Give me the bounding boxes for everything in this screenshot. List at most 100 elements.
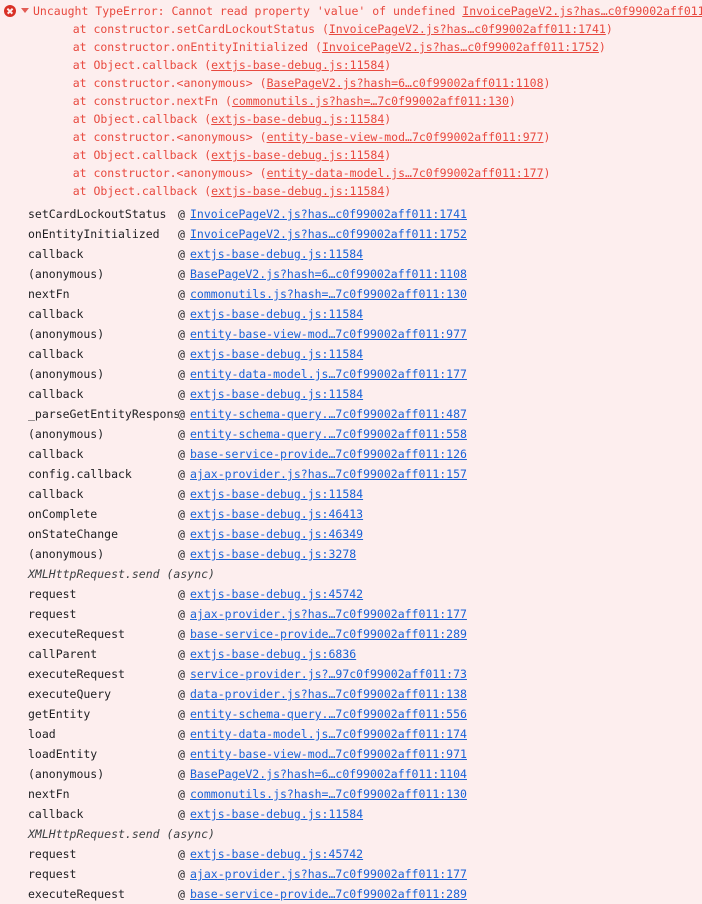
stack-frame-function: load bbox=[28, 727, 56, 741]
stack-frame-source-link[interactable]: entity-base-view-mod…7c0f99002aff011:977 bbox=[190, 324, 467, 344]
at-symbol: @ bbox=[178, 267, 185, 281]
error-stack-line-link[interactable]: extjs-base-debug.js:11584 bbox=[211, 112, 384, 126]
error-stack-line-prefix: at Object.callback ( bbox=[45, 184, 212, 198]
stack-frame-source-link[interactable]: entity-data-model.js…7c0f99002aff011:174 bbox=[190, 724, 467, 744]
error-stack-line-suffix: ) bbox=[598, 40, 606, 54]
stack-frame-function: (anonymous) bbox=[28, 427, 105, 441]
stack-frame-source-link[interactable]: data-provider.js?has…7c0f99002aff011:138 bbox=[190, 684, 467, 704]
at-symbol: @ bbox=[178, 867, 185, 881]
at-symbol: @ bbox=[178, 607, 185, 621]
at-symbol: @ bbox=[178, 327, 185, 341]
stack-frame-row: (anonymous) @ extjs-base-debug.js:3278 bbox=[0, 544, 702, 564]
at-symbol: @ bbox=[178, 807, 185, 821]
at-symbol: @ bbox=[178, 407, 185, 421]
error-stack-line-prefix: at Object.callback ( bbox=[45, 112, 212, 126]
at-symbol: @ bbox=[178, 227, 185, 241]
error-header-row[interactable]: Uncaught TypeError: Cannot read property… bbox=[0, 0, 702, 20]
stack-frame-source-link[interactable]: entity-base-view-mod…7c0f99002aff011:971 bbox=[190, 744, 467, 764]
stack-frame-source-link[interactable]: BasePageV2.js?hash=6…c0f99002aff011:1108 bbox=[190, 264, 467, 284]
stack-frame-source-link[interactable]: entity-schema-query.…7c0f99002aff011:558 bbox=[190, 424, 467, 444]
stack-frame-function: setCardLockoutStatus bbox=[28, 207, 167, 221]
stack-frame-source-link[interactable]: ajax-provider.js?has…7c0f99002aff011:157 bbox=[190, 464, 467, 484]
stack-frame-source-link[interactable]: extjs-base-debug.js:11584 bbox=[190, 304, 363, 324]
stack-frame-row: request @ extjs-base-debug.js:45742 bbox=[0, 584, 702, 604]
stack-frame-row: getEntity @ entity-schema-query.…7c0f99002… bbox=[0, 704, 702, 724]
stack-frame-row: (anonymous) @ entity-base-view-mod…7c0f990… bbox=[0, 324, 702, 344]
error-stack-line-link[interactable]: entity-data-model.js…7c0f99002aff011:177 bbox=[267, 166, 544, 180]
stack-frame-function: callback bbox=[28, 447, 84, 461]
at-symbol: @ bbox=[178, 747, 185, 761]
stack-frame-source-link[interactable]: base-service-provide…7c0f99002aff011:126 bbox=[190, 444, 467, 464]
stack-frame-source-link[interactable]: extjs-base-debug.js:11584 bbox=[190, 384, 363, 404]
stack-frame-source-link[interactable]: commonutils.js?hash=…7c0f99002aff011:130 bbox=[190, 284, 467, 304]
error-stack-line-suffix: ) bbox=[384, 58, 392, 72]
error-stack-line-prefix: at constructor.<anonymous> ( bbox=[45, 76, 267, 90]
stack-frame-source-link[interactable]: entity-schema-query.…7c0f99002aff011:556 bbox=[190, 704, 467, 724]
error-source-link[interactable]: InvoicePageV2.js?has…c0f99002aff011:1741 bbox=[462, 4, 702, 18]
stack-frame-source-link[interactable]: extjs-base-debug.js:11584 bbox=[190, 484, 363, 504]
error-stack-line-suffix: ) bbox=[543, 76, 551, 90]
stack-frame-row: callback @ extjs-base-debug.js:11584 bbox=[0, 384, 702, 404]
stack-frame-row: executeQuery @ data-provider.js?has…7c0f99… bbox=[0, 684, 702, 704]
stack-frame-row: config.callback @ ajax-provider.js?has…7c0… bbox=[0, 464, 702, 484]
error-stack-line-prefix: at Object.callback ( bbox=[45, 58, 212, 72]
stack-frame-source-link[interactable]: InvoicePageV2.js?has…c0f99002aff011:1741 bbox=[190, 204, 467, 224]
stack-frame-source-link[interactable]: extjs-base-debug.js:45742 bbox=[190, 844, 363, 864]
error-stack-line-link[interactable]: InvoicePageV2.js?has…c0f99002aff011:1752 bbox=[322, 40, 599, 54]
console-error-group: Uncaught TypeError: Cannot read property… bbox=[0, 0, 702, 904]
error-stack-line-suffix: ) bbox=[543, 130, 551, 144]
error-stack-line-link[interactable]: extjs-base-debug.js:11584 bbox=[211, 148, 384, 162]
stack-frame-row: onComplete @ extjs-base-debug.js:46413 bbox=[0, 504, 702, 524]
stack-frame-source-link[interactable]: entity-schema-query.…7c0f99002aff011:487 bbox=[190, 404, 467, 424]
error-stack-line-link[interactable]: extjs-base-debug.js:11584 bbox=[211, 184, 384, 198]
error-stack-line: at Object.callback (extjs-base-debug.js:… bbox=[45, 146, 702, 164]
stack-frame-source-link[interactable]: extjs-base-debug.js:11584 bbox=[190, 804, 363, 824]
stack-frame-function: callback bbox=[28, 307, 84, 321]
stack-frame-source-link[interactable]: extjs-base-debug.js:11584 bbox=[190, 344, 363, 364]
stack-frame-source-link[interactable]: extjs-base-debug.js:11584 bbox=[190, 244, 363, 264]
at-symbol: @ bbox=[178, 467, 185, 481]
stack-frame-function: config.callback bbox=[28, 467, 132, 481]
stack-frame-source-link[interactable]: extjs-base-debug.js:46349 bbox=[190, 524, 363, 544]
error-stack-line-link[interactable]: commonutils.js?hash=…7c0f99002aff011:130 bbox=[232, 94, 509, 108]
error-stack-line-suffix: ) bbox=[508, 94, 516, 108]
stack-frame-source-link[interactable]: base-service-provide…7c0f99002aff011:289 bbox=[190, 884, 467, 904]
stack-frame-row: callback @ extjs-base-debug.js:11584 bbox=[0, 484, 702, 504]
stack-frame-source-link[interactable]: extjs-base-debug.js:45742 bbox=[190, 584, 363, 604]
stack-frame-function: _parseGetEntityResponse bbox=[28, 407, 178, 421]
stack-frame-row: nextFn @ commonutils.js?hash=…7c0f99002aff… bbox=[0, 284, 702, 304]
chevron-down-icon[interactable] bbox=[21, 8, 29, 13]
stack-frame-source-link[interactable]: InvoicePageV2.js?has…c0f99002aff011:1752 bbox=[190, 224, 467, 244]
at-symbol: @ bbox=[178, 667, 185, 681]
stack-frame-row: callback @ extjs-base-debug.js:11584 bbox=[0, 304, 702, 324]
stack-frame-source-link[interactable]: service-provider.js?…97c0f99002aff011:73 bbox=[190, 664, 467, 684]
error-stack-line-link[interactable]: InvoicePageV2.js?has…c0f99002aff011:1741 bbox=[329, 22, 606, 36]
stack-frame-source-link[interactable]: ajax-provider.js?has…7c0f99002aff011:177 bbox=[190, 604, 467, 624]
at-symbol: @ bbox=[178, 647, 185, 661]
at-symbol: @ bbox=[178, 287, 185, 301]
stack-frame-source-link[interactable]: extjs-base-debug.js:46413 bbox=[190, 504, 363, 524]
error-stack-line-link[interactable]: extjs-base-debug.js:11584 bbox=[211, 58, 384, 72]
at-symbol: @ bbox=[178, 447, 185, 461]
stack-frame-row: executeRequest @ base-service-provide…7c0f… bbox=[0, 624, 702, 644]
at-symbol: @ bbox=[178, 787, 185, 801]
stack-frame-source-link[interactable]: extjs-base-debug.js:6836 bbox=[190, 644, 356, 664]
error-stack-line-suffix: ) bbox=[384, 148, 392, 162]
stack-frame-source-link[interactable]: entity-data-model.js…7c0f99002aff011:177 bbox=[190, 364, 467, 384]
error-stack-line: at Object.callback (extjs-base-debug.js:… bbox=[45, 110, 702, 128]
error-stack-line-link[interactable]: BasePageV2.js?hash=6…c0f99002aff011:1108 bbox=[267, 76, 544, 90]
at-symbol: @ bbox=[178, 627, 185, 641]
stack-frame-source-link[interactable]: base-service-provide…7c0f99002aff011:289 bbox=[190, 624, 467, 644]
stack-frame-source-link[interactable]: commonutils.js?hash=…7c0f99002aff011:130 bbox=[190, 784, 467, 804]
stack-frame-function: request bbox=[28, 607, 77, 621]
stack-frame-source-link[interactable]: extjs-base-debug.js:3278 bbox=[190, 544, 356, 564]
stack-frame-source-link[interactable]: BasePageV2.js?hash=6…c0f99002aff011:1104 bbox=[190, 764, 467, 784]
at-symbol: @ bbox=[178, 347, 185, 361]
stack-frame-function: callParent bbox=[28, 647, 98, 661]
stack-frame-function: callback bbox=[28, 487, 84, 501]
at-symbol: @ bbox=[178, 247, 185, 261]
stack-frame-source-link[interactable]: ajax-provider.js?has…7c0f99002aff011:177 bbox=[190, 864, 467, 884]
stack-frame-row: callback @ extjs-base-debug.js:11584 bbox=[0, 804, 702, 824]
error-stack-line-link[interactable]: entity-base-view-mod…7c0f99002aff011:977 bbox=[267, 130, 544, 144]
error-stack-line-prefix: at constructor.<anonymous> ( bbox=[45, 166, 267, 180]
